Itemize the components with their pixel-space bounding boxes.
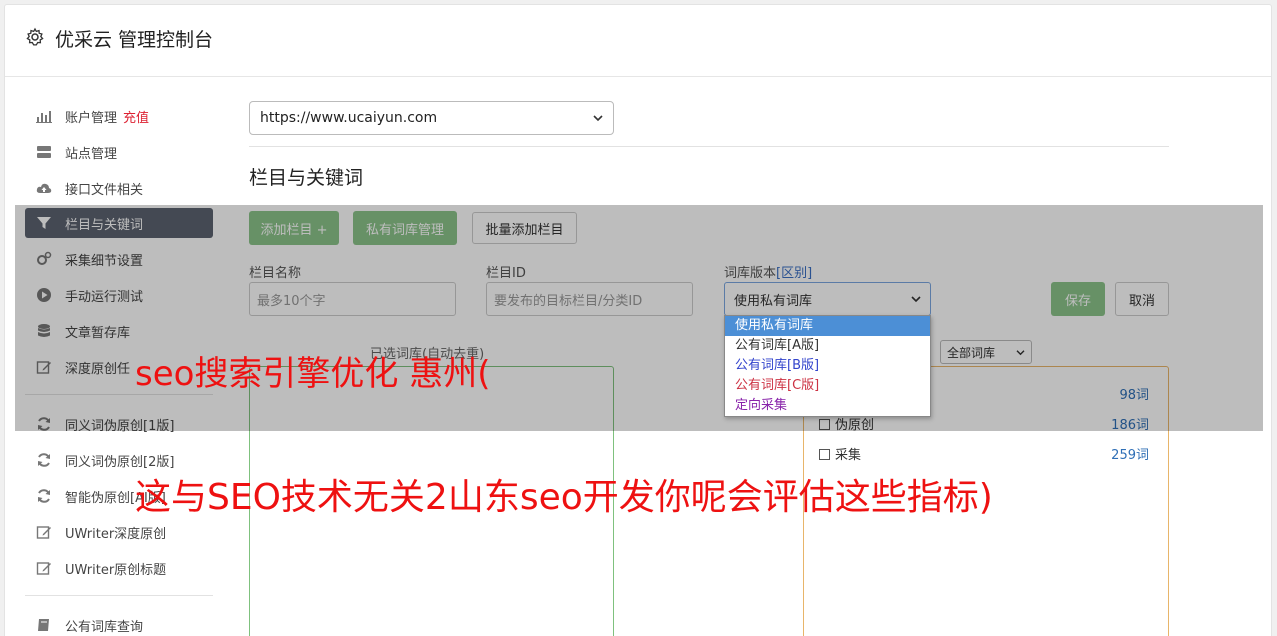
overlay-headline: seo搜索引擎优化 惠州( xyxy=(135,354,491,394)
sidebar-item-uwriter-deep[interactable]: UWriter深度原创 xyxy=(25,517,213,547)
chevron-down-icon xyxy=(593,115,603,122)
sidebar-item-label: UWriter原创标题 xyxy=(65,562,167,578)
bar-chart-icon xyxy=(36,111,52,123)
book-icon xyxy=(38,619,49,631)
sidebar-divider xyxy=(25,595,213,596)
sidebar-item-label: 账户管理 xyxy=(65,110,118,126)
sidebar-item-label: 公有词库查询 xyxy=(65,619,144,635)
edit-icon xyxy=(36,526,51,539)
version-option[interactable]: 公有词库[C版] xyxy=(725,376,930,396)
sidebar-item-public-lib[interactable]: 公有词库查询 xyxy=(25,610,213,636)
cloud-upload-icon xyxy=(36,183,52,193)
version-dropdown[interactable]: 使用私有词库 公有词库[A版] 公有词库[B版] 公有词库[C版] 定向采集 xyxy=(724,315,931,417)
version-option[interactable]: 公有词库[A版] xyxy=(725,336,930,356)
site-select-value: https://www.ucaiyun.com xyxy=(260,110,438,126)
page-header: 优采云 管理控制台 xyxy=(5,5,1271,77)
sidebar-item-api-files[interactable]: 接口文件相关 xyxy=(25,173,213,203)
refresh-icon xyxy=(38,489,50,503)
word-count: 259词 xyxy=(1111,448,1149,463)
page-title: 优采云 管理控制台 xyxy=(55,29,214,51)
refresh-icon xyxy=(38,453,50,467)
sidebar-item-label: UWriter深度原创 xyxy=(65,526,167,542)
overlay-subline: 这与SEO技术无关2山东seo开发你呢会评估这些指标) xyxy=(135,477,993,518)
divider xyxy=(249,146,1169,147)
section-title: 栏目与关键词 xyxy=(249,167,364,189)
recharge-link[interactable]: 充值 xyxy=(123,107,149,126)
word-lib-label: 采集 xyxy=(835,448,862,463)
server-icon xyxy=(37,146,51,158)
sidebar-item-account[interactable]: 账户管理 充值 xyxy=(25,101,213,131)
sidebar-item-label: 同义词伪原创[2版] xyxy=(65,454,175,470)
word-lib-row[interactable]: 采集 259词 xyxy=(819,444,1149,463)
version-option[interactable]: 公有词库[B版] xyxy=(725,356,930,376)
site-select[interactable]: https://www.ucaiyun.com xyxy=(249,101,614,135)
gear-icon xyxy=(26,27,44,46)
sidebar-item-label: 站点管理 xyxy=(65,146,118,162)
edit-icon xyxy=(36,562,51,575)
sidebar-item-sites[interactable]: 站点管理 xyxy=(25,137,213,167)
sidebar-item-label: 接口文件相关 xyxy=(65,182,144,198)
dim-overlay xyxy=(15,205,1263,431)
sidebar-item-uwriter-title[interactable]: UWriter原创标题 xyxy=(25,553,213,583)
checkbox[interactable] xyxy=(819,449,830,460)
version-option[interactable]: 使用私有词库 xyxy=(725,316,930,336)
version-option[interactable]: 定向采集 xyxy=(725,396,930,416)
